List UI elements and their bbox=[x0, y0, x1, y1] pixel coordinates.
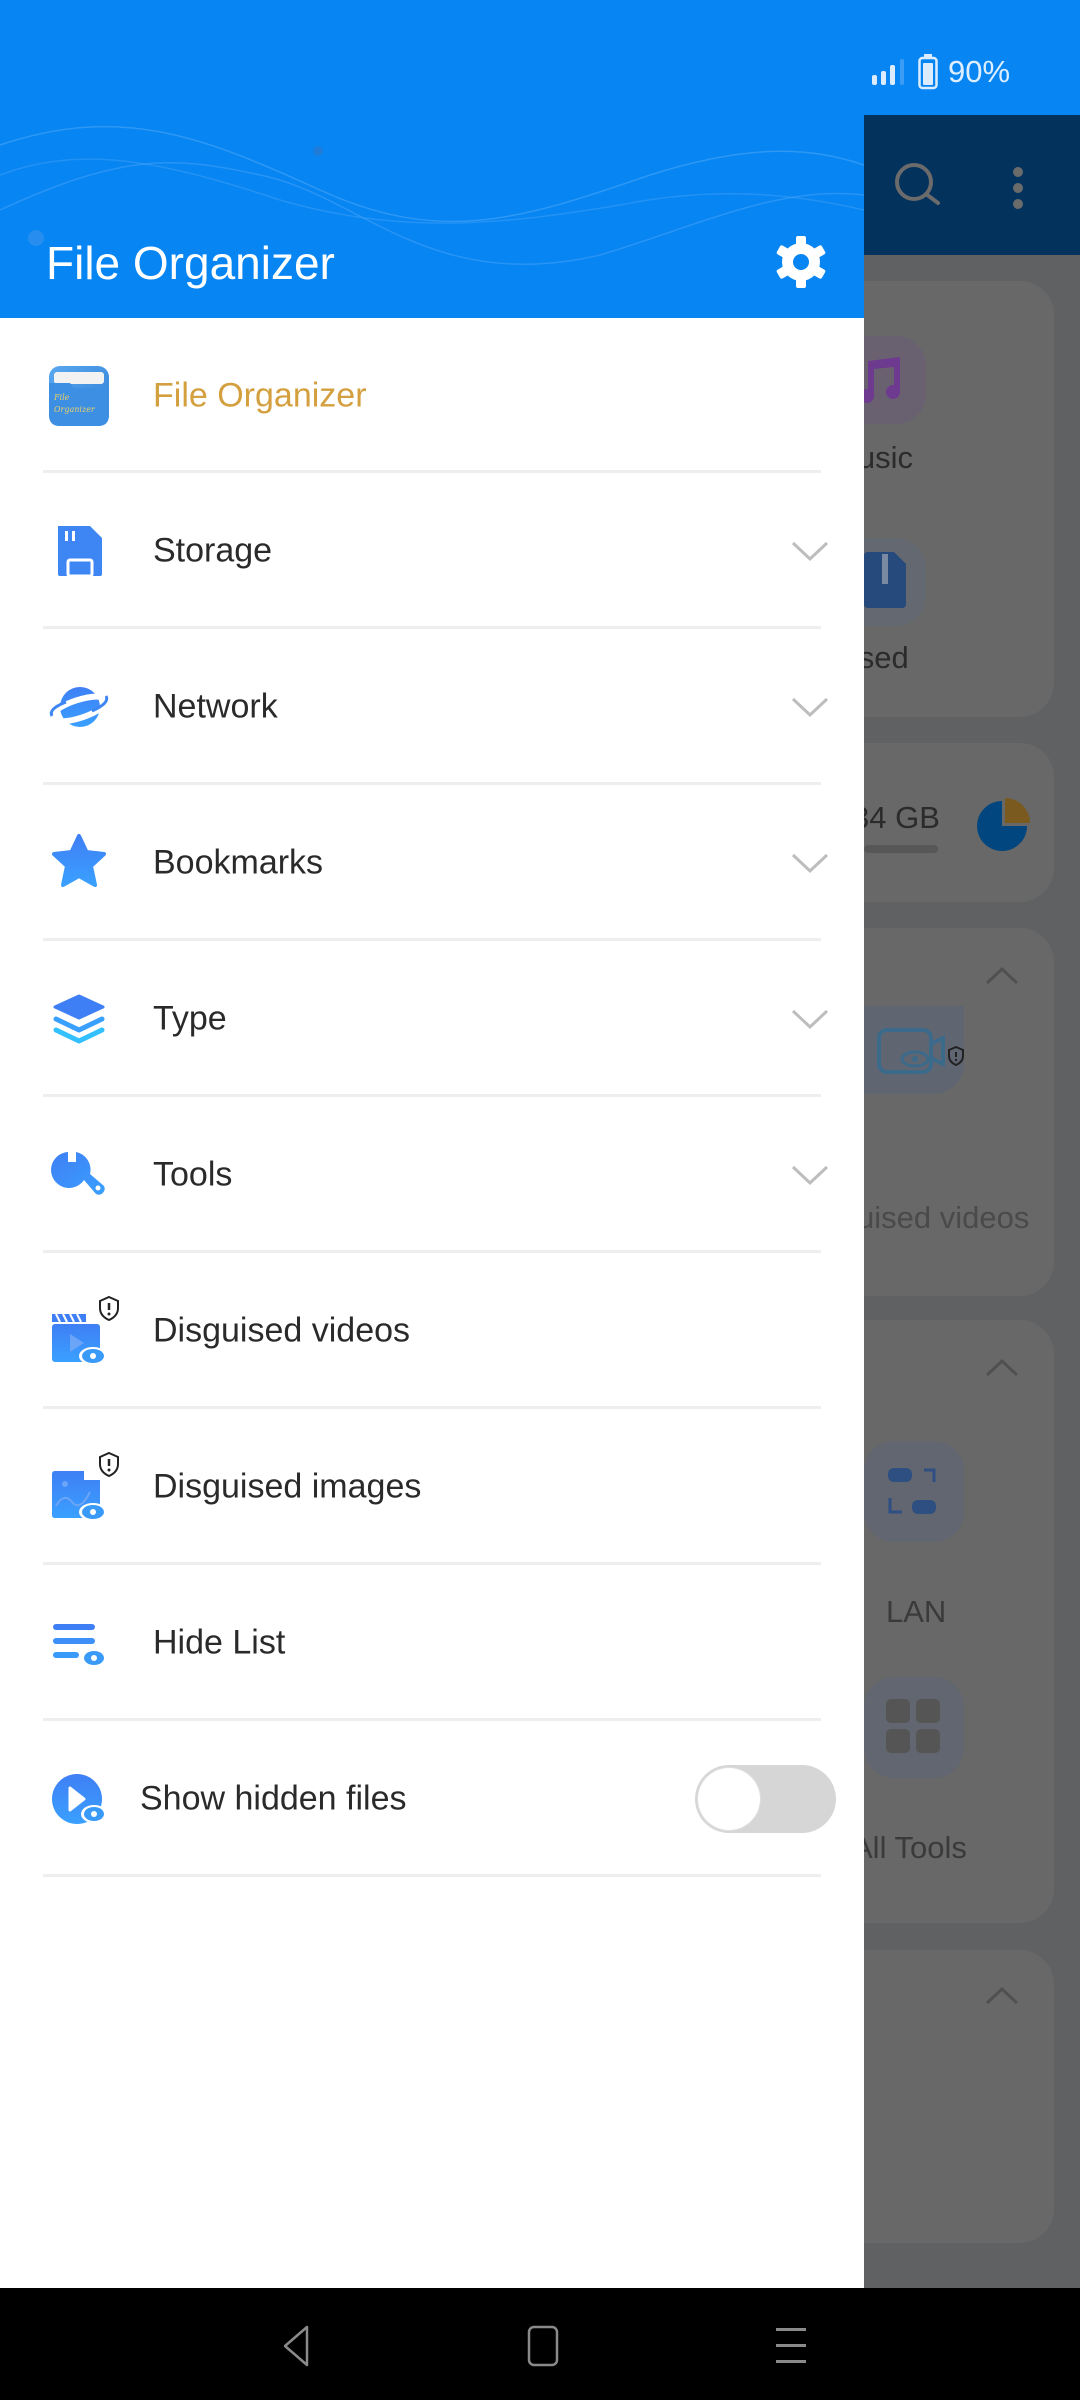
drawer-item-label: Disguised images bbox=[153, 1467, 422, 1506]
drawer-item-bookmarks[interactable]: Bookmarks bbox=[0, 785, 864, 941]
hide-list-icon bbox=[53, 1624, 107, 1667]
shield-alert-icon bbox=[99, 1295, 119, 1322]
star-icon bbox=[52, 834, 106, 887]
chevron-up-icon[interactable] bbox=[985, 1985, 1019, 2005]
signal-icon bbox=[872, 59, 904, 85]
drawer-item-label: Disguised videos bbox=[153, 1311, 411, 1350]
gear-icon[interactable] bbox=[773, 234, 829, 290]
svg-text:Organizer: Organizer bbox=[54, 405, 96, 414]
divider bbox=[43, 1874, 821, 1877]
navigation-drawer: File Organizer File Organizer File Organ… bbox=[0, 0, 864, 2288]
chevron-up-icon[interactable] bbox=[985, 965, 1019, 985]
back-button[interactable] bbox=[266, 2316, 326, 2376]
hidden-files-icon bbox=[52, 1774, 107, 1824]
storage-progress-track bbox=[864, 845, 938, 853]
drawer-item-tools[interactable]: Tools bbox=[0, 1097, 864, 1253]
storage-pie-chart bbox=[977, 798, 1030, 851]
lan-label: LAN bbox=[886, 1594, 947, 1629]
shield-alert-icon bbox=[99, 1451, 119, 1478]
drawer-menu: File Organizer File Organizer Storage Ne… bbox=[0, 318, 864, 1877]
recents-button[interactable] bbox=[761, 2316, 821, 2376]
music-icon bbox=[864, 357, 901, 403]
chevron-down-icon[interactable] bbox=[790, 851, 830, 875]
drawer-item-label: Storage bbox=[153, 531, 273, 570]
home-square-icon bbox=[527, 2325, 559, 2367]
layers-icon bbox=[53, 994, 105, 1044]
drawer-header: File Organizer bbox=[0, 0, 864, 318]
shield-alert-icon bbox=[948, 1046, 964, 1066]
drawer-item-network[interactable]: Network bbox=[0, 629, 864, 785]
chevron-up-icon[interactable] bbox=[985, 1357, 1019, 1377]
all-tools-label: All Tools bbox=[852, 1830, 967, 1865]
drawer-title: File Organizer bbox=[46, 237, 335, 289]
toggle-knob bbox=[698, 1768, 760, 1830]
drawer-item-label: Show hidden files bbox=[140, 1779, 407, 1818]
more-vert-icon[interactable] bbox=[1008, 165, 1028, 215]
drawer-item-label: Bookmarks bbox=[153, 843, 324, 882]
battery-percent: 90% bbox=[948, 54, 1011, 89]
pie-slice-free bbox=[1005, 798, 1030, 823]
chevron-down-icon[interactable] bbox=[790, 1163, 830, 1187]
drawer-item-label: Tools bbox=[153, 1155, 233, 1194]
chevron-down-icon[interactable] bbox=[790, 695, 830, 719]
show-hidden-files-toggle[interactable] bbox=[695, 1765, 836, 1833]
drawer-item-label: Type bbox=[153, 999, 227, 1038]
drawer-item-storage[interactable]: Storage bbox=[0, 473, 864, 629]
recents-menu-icon bbox=[776, 2328, 806, 2363]
sd-card-icon bbox=[58, 526, 102, 578]
svg-text:File: File bbox=[53, 393, 70, 402]
drawer-item-label: Hide List bbox=[153, 1623, 286, 1662]
drawer-item-type[interactable]: Type bbox=[0, 941, 864, 1097]
back-triangle-icon bbox=[283, 2325, 309, 2367]
drawer-item-file-organizer[interactable]: File Organizer File Organizer bbox=[0, 318, 864, 473]
home-button[interactable] bbox=[513, 2316, 573, 2376]
drawer-item-label: File Organizer bbox=[153, 376, 367, 414]
compressed-icon bbox=[864, 552, 906, 608]
all-tools-icon bbox=[886, 1699, 940, 1753]
drawer-item-disguised-videos[interactable]: Disguised videos bbox=[0, 1253, 864, 1409]
app-logo-icon: File Organizer bbox=[49, 365, 109, 426]
storage-size-label: 34 GB bbox=[852, 800, 940, 835]
system-navigation-bar bbox=[0, 2288, 1080, 2400]
drawer-item-show-hidden-files[interactable]: Show hidden files bbox=[0, 1721, 864, 1877]
drawer-item-hide-list[interactable]: Hide List bbox=[0, 1565, 864, 1721]
drawer-item-label: Network bbox=[153, 687, 278, 726]
lan-icon bbox=[888, 1468, 936, 1514]
search-icon[interactable] bbox=[893, 161, 943, 211]
chevron-down-icon[interactable] bbox=[790, 1007, 830, 1031]
planet-icon bbox=[48, 687, 110, 727]
drawer-item-disguised-images[interactable]: Disguised images bbox=[0, 1409, 864, 1565]
battery-icon bbox=[918, 54, 938, 90]
chevron-down-icon[interactable] bbox=[790, 539, 830, 563]
disguised-video-tile-icon bbox=[877, 1028, 945, 1074]
wrench-icon bbox=[51, 1152, 105, 1195]
